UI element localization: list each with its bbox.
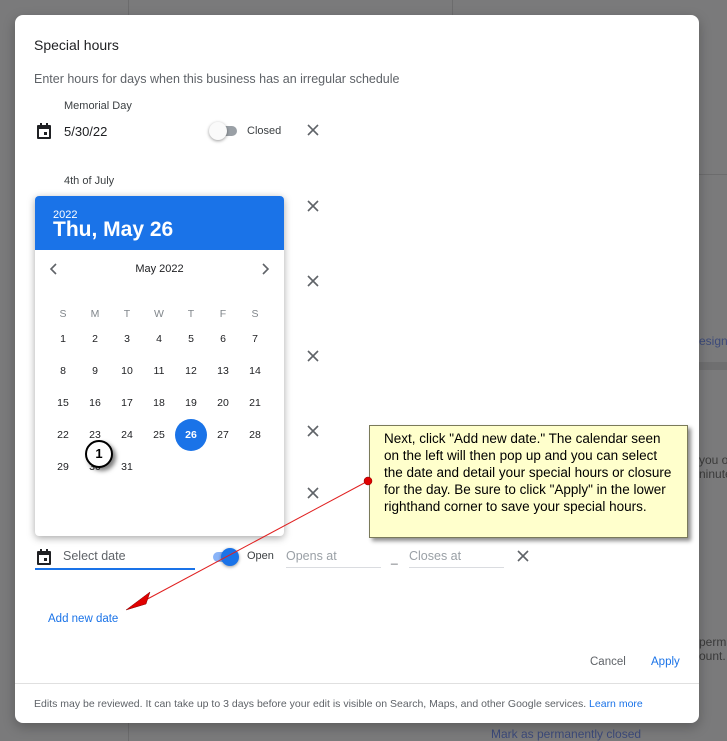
add-new-date-link[interactable]: Add new date: [48, 613, 118, 625]
instruction-callout: Next, click "Add new date." The calendar…: [369, 425, 688, 538]
opens-at-field[interactable]: Opens at: [286, 549, 381, 568]
special-hours-dialog: Special hours Enter hours for days when …: [15, 15, 699, 723]
calendar-day[interactable]: 24: [111, 419, 143, 451]
dialog-subtitle: Enter hours for days when this business …: [34, 72, 400, 86]
calendar-day[interactable]: 6: [207, 323, 239, 355]
remove-entry-icon[interactable]: [516, 549, 530, 563]
remove-entry-icon[interactable]: [306, 424, 320, 438]
closes-at-field[interactable]: Closes at: [409, 549, 504, 568]
calendar-icon[interactable]: [37, 123, 51, 139]
toggle-status-label: Closed: [247, 125, 282, 137]
calendar-day-selected[interactable]: 26: [175, 419, 207, 451]
calendar-day[interactable]: 19: [175, 387, 207, 419]
remove-entry-icon[interactable]: [306, 486, 320, 500]
remove-entry-icon[interactable]: [306, 274, 320, 288]
footer-divider: [15, 683, 699, 684]
background-divider: [699, 362, 727, 370]
date-value[interactable]: 5/30/22: [64, 124, 107, 139]
weekday-header: T: [187, 308, 195, 320]
apply-button[interactable]: Apply: [651, 656, 680, 668]
calendar-day[interactable]: 15: [47, 387, 79, 419]
calendar-day[interactable]: 31: [111, 451, 143, 483]
calendar-day[interactable]: 9: [79, 355, 111, 387]
calendar-icon[interactable]: [37, 549, 51, 565]
calendar-day[interactable]: 20: [207, 387, 239, 419]
footer-note: Edits may be reviewed. It can take up to…: [34, 698, 643, 710]
calendar-day[interactable]: 1: [47, 323, 79, 355]
calendar-day[interactable]: 3: [111, 323, 143, 355]
calendar-day[interactable]: 14: [239, 355, 271, 387]
background-text-fragment: you o: [699, 453, 727, 467]
select-date-placeholder: Select date: [63, 549, 126, 563]
calendar-day[interactable]: 12: [175, 355, 207, 387]
calendar-day[interactable]: 2: [79, 323, 111, 355]
dialog-title: Special hours: [34, 37, 119, 53]
date-picker-selected-date: Thu, May 26: [53, 218, 174, 241]
calendar-day[interactable]: 7: [239, 323, 271, 355]
remove-entry-icon[interactable]: [306, 349, 320, 363]
step-number-badge: 1: [85, 440, 113, 468]
toggle-status-label: Open: [247, 550, 274, 562]
entry-label: 4th of July: [64, 175, 115, 187]
calendar-day[interactable]: 21: [239, 387, 271, 419]
weekday-header: M: [90, 308, 100, 320]
calendar-day[interactable]: 11: [143, 355, 175, 387]
remove-entry-icon[interactable]: [306, 199, 320, 213]
calendar-day[interactable]: 28: [239, 419, 271, 451]
time-separator: _: [391, 551, 398, 565]
calendar-day[interactable]: 25: [143, 419, 175, 451]
background-text-fragment: perma: [699, 635, 727, 649]
calendar-day[interactable]: 16: [79, 387, 111, 419]
chevron-right-icon[interactable]: [260, 262, 270, 276]
date-picker: 2022 Thu, May 26 May 2022 SMTWTFS1234567…: [35, 196, 284, 536]
background-text-fragment: ninute: [699, 467, 727, 481]
calendar-day[interactable]: 8: [47, 355, 79, 387]
background-text-fragment: ount.: [699, 649, 726, 663]
cancel-button[interactable]: Cancel: [590, 656, 626, 668]
background-divider: [699, 174, 727, 175]
weekday-header: F: [219, 308, 227, 320]
open-closed-toggle[interactable]: [209, 122, 239, 140]
background-link-fragment: esign: [699, 334, 727, 348]
background-divider: [452, 0, 453, 15]
calendar-day[interactable]: 4: [143, 323, 175, 355]
calendar-day[interactable]: 13: [207, 355, 239, 387]
footer-text: Edits may be reviewed. It can take up to…: [34, 698, 587, 710]
weekday-header: T: [123, 308, 131, 320]
calendar-day[interactable]: 29: [47, 451, 79, 483]
calendar-day[interactable]: 27: [207, 419, 239, 451]
open-closed-toggle[interactable]: [209, 548, 239, 566]
calendar-day[interactable]: 5: [175, 323, 207, 355]
date-picker-month: May 2022: [135, 263, 184, 275]
calendar-day[interactable]: 10: [111, 355, 143, 387]
mark-permanently-closed-link[interactable]: Mark as permanently closed: [491, 727, 641, 741]
calendar-day[interactable]: 17: [111, 387, 143, 419]
weekday-header: W: [154, 308, 164, 320]
entry-label: Memorial Day: [64, 100, 132, 112]
weekday-header: S: [251, 308, 259, 320]
calendar-day[interactable]: 22: [47, 419, 79, 451]
remove-entry-icon[interactable]: [306, 123, 320, 137]
calendar-day[interactable]: 18: [143, 387, 175, 419]
learn-more-link[interactable]: Learn more: [589, 698, 643, 710]
date-picker-header: 2022 Thu, May 26: [35, 196, 284, 250]
weekday-header: S: [59, 308, 67, 320]
